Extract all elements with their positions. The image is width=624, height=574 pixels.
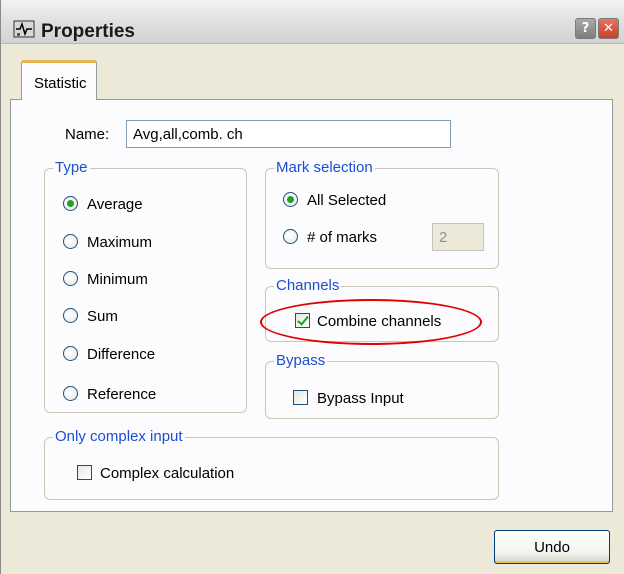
type-group-title: Type <box>53 159 90 176</box>
sum-label: Sum <box>87 308 118 325</box>
combine-channels-label: Combine channels <box>317 313 442 330</box>
difference-radio[interactable] <box>63 346 78 361</box>
properties-dialog: Properties ? ✕ Statistic Name: Type Aver… <box>0 0 624 574</box>
sum-radio[interactable] <box>63 308 78 323</box>
bypass-input-checkbox[interactable] <box>293 390 308 405</box>
tab-statistic[interactable]: Statistic <box>21 60 97 100</box>
reference-label: Reference <box>87 386 157 403</box>
complex-calculation-checkbox[interactable] <box>77 465 92 480</box>
complex-input-title: Only complex input <box>53 428 185 445</box>
close-icon: ✕ <box>603 21 614 36</box>
num-marks-radio[interactable] <box>283 229 298 244</box>
mark-selection-groupbox: Mark selection <box>265 159 499 269</box>
all-selected-label: All Selected <box>307 192 387 209</box>
maximum-label: Maximum <box>87 234 153 251</box>
question-mark-icon: ? <box>581 21 590 36</box>
num-marks-input[interactable] <box>432 223 484 251</box>
properties-app-icon <box>13 20 35 38</box>
help-button[interactable]: ? <box>575 18 596 39</box>
mark-selection-title: Mark selection <box>274 159 375 176</box>
name-label: Name: <box>65 126 110 143</box>
undo-button[interactable]: Undo <box>494 530 610 564</box>
average-radio[interactable] <box>63 196 78 211</box>
num-marks-label: # of marks <box>307 229 378 246</box>
minimum-label: Minimum <box>87 271 148 288</box>
channels-title: Channels <box>274 277 342 294</box>
difference-label: Difference <box>87 346 156 363</box>
reference-radio[interactable] <box>63 386 78 401</box>
window-title: Properties <box>41 21 135 42</box>
bypass-input-label: Bypass Input <box>317 390 404 407</box>
bypass-title: Bypass <box>274 352 328 369</box>
minimum-radio[interactable] <box>63 271 78 286</box>
name-input[interactable] <box>126 120 451 148</box>
tab-statistic-label: Statistic <box>34 75 87 92</box>
maximum-radio[interactable] <box>63 234 78 249</box>
combine-channels-checkbox[interactable] <box>295 313 310 328</box>
average-label: Average <box>87 196 143 213</box>
complex-calculation-label: Complex calculation <box>100 465 235 482</box>
close-button[interactable]: ✕ <box>598 18 619 39</box>
title-bar[interactable]: Properties ? ✕ <box>1 0 624 44</box>
all-selected-radio[interactable] <box>283 192 298 207</box>
